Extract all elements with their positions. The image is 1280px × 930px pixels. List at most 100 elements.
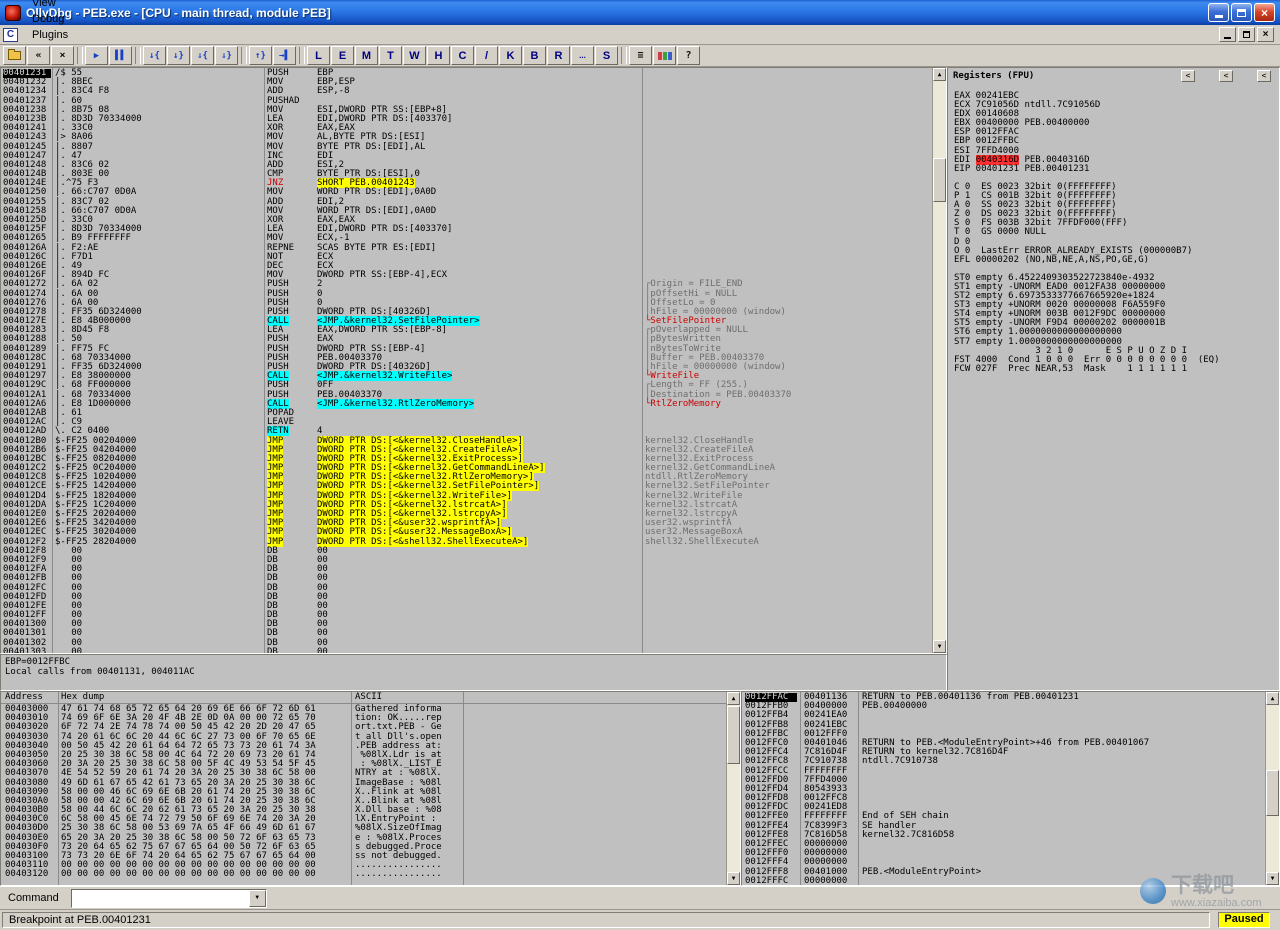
column-separator[interactable]: [264, 68, 265, 653]
appearance-button[interactable]: [653, 46, 676, 65]
close-button[interactable]: ×: [1254, 3, 1275, 22]
menu-view[interactable]: View: [24, 0, 79, 11]
disasm-row[interactable]: 00401231/$ 55PUSHEBP: [1, 69, 932, 78]
disassembly-pane[interactable]: 00401231/$ 55PUSHEBP00401232|. 8BECMOVEB…: [0, 67, 947, 654]
disasm-row[interactable]: 00401301 00DB00: [1, 629, 932, 638]
disasm-row[interactable]: 00401289|. FF75 FCPUSHDWORD PTR SS:[EBP-…: [1, 345, 932, 354]
disasm-row[interactable]: 00401237|. 60PUSHAD: [1, 97, 932, 106]
disasm-row[interactable]: 0040129C|. 68 FF000000PUSH0FF┌Length = F…: [1, 381, 932, 390]
menu-plugins[interactable]: Plugins: [24, 27, 79, 43]
disasm-row[interactable]: 004012FF 00DB00: [1, 611, 932, 620]
disasm-row[interactable]: 0040126E|. 49DECECX: [1, 262, 932, 271]
scroll-down-button[interactable]: ▼: [1266, 872, 1279, 885]
register-line[interactable]: FCW 027F Prec NEAR,53 Mask 1 1 1 1 1 1: [954, 365, 1276, 374]
scroll-down-button[interactable]: ▼: [933, 640, 946, 653]
stack-vertical-scrollbar[interactable]: ▲ ▼: [1265, 692, 1279, 885]
references-window-button[interactable]: R: [547, 46, 570, 65]
step-over-button[interactable]: ↓}: [167, 46, 190, 65]
column-separator[interactable]: [52, 68, 53, 653]
memory-map-button[interactable]: M: [355, 46, 378, 65]
patches-window-button[interactable]: /: [475, 46, 498, 65]
hex-dump-vertical-scrollbar[interactable]: ▲ ▼: [726, 692, 740, 885]
log-window-button[interactable]: L: [307, 46, 330, 65]
mdi-minimize-button[interactable]: [1219, 27, 1236, 42]
disasm-row[interactable]: 004012F8 00DB00: [1, 547, 932, 556]
disasm-row[interactable]: 00401250|. 66:C707 0D0AMOVWORD PTR DS:[E…: [1, 188, 932, 197]
disasm-row[interactable]: 004012FC 00DB00: [1, 584, 932, 593]
executables-window-button[interactable]: E: [331, 46, 354, 65]
disasm-row[interactable]: 0040125F|. 8D3D 70334000LEAEDI,DWORD PTR…: [1, 225, 932, 234]
disasm-row[interactable]: 00401291|. FF35 6D324000PUSHDWORD PTR DS…: [1, 363, 932, 372]
scroll-up-button[interactable]: ▲: [1266, 692, 1279, 705]
registers-view-button-2[interactable]: <: [1219, 70, 1233, 82]
breakpoints-window-button[interactable]: B: [523, 46, 546, 65]
dump-row[interactable]: 0040312000 00 00 00 00 00 00 00 00 00 00…: [1, 870, 726, 879]
source-window-button[interactable]: S: [595, 46, 618, 65]
disasm-row[interactable]: 00401245|. 8807MOVBYTE PTR DS:[EDI],AL: [1, 143, 932, 152]
column-header-address[interactable]: Address: [5, 693, 43, 702]
open-windows-list-button[interactable]: ≡: [629, 46, 652, 65]
disassembly-vertical-scrollbar[interactable]: ▲ ▼: [932, 68, 946, 653]
restore-button[interactable]: [1231, 3, 1252, 22]
column-separator[interactable]: [58, 692, 59, 885]
disasm-row[interactable]: 00401247|. 47INCEDI: [1, 152, 932, 161]
register-line[interactable]: EIP 00401231 PEB.00401231: [954, 165, 1276, 174]
disasm-row[interactable]: 00401272|. 6A 02PUSH2┌Origin = FILE_END: [1, 280, 932, 289]
call-stack-button[interactable]: K: [499, 46, 522, 65]
disasm-row[interactable]: 0040126A|. F2:AEREPNESCAS BYTE PTR ES:[E…: [1, 244, 932, 253]
disasm-row[interactable]: 00401248|. 83C6 02ADDESI,2: [1, 161, 932, 170]
register-line[interactable]: T 0 GS 0000 NULL: [954, 228, 1276, 237]
cpu-window-button[interactable]: C: [451, 46, 474, 65]
scroll-up-button[interactable]: ▲: [933, 68, 946, 81]
column-separator[interactable]: [642, 68, 643, 653]
disasm-row[interactable]: 004012F9 00DB00: [1, 556, 932, 565]
registers-pane[interactable]: Registers (FPU) <<< EAX 00241EBCECX 7C91…: [947, 67, 1280, 691]
disasm-row[interactable]: 004012A6|. E8 1D000000CALL<JMP.&kernel32…: [1, 400, 932, 409]
register-line[interactable]: EFL 00000202 (NO,NB,NE,A,NS,PO,GE,G): [954, 256, 1276, 265]
disasm-row[interactable]: 00401234|. 83C4 F8ADDESP,-8: [1, 87, 932, 96]
stack-pane[interactable]: 0012FFAC00401136RETURN to PEB.00401136 f…: [741, 691, 1280, 886]
disasm-row[interactable]: 00401288|. 50PUSHEAX│pBytesWritten: [1, 335, 932, 344]
registers-view-button-3[interactable]: <: [1257, 70, 1271, 82]
minimize-button[interactable]: [1208, 3, 1229, 22]
cpu-window-icon[interactable]: C: [3, 28, 18, 42]
disasm-row[interactable]: 004012FD 00DB00: [1, 593, 932, 602]
restart-button[interactable]: «: [27, 46, 50, 65]
hex-dump-pane[interactable]: Address Hex dump ASCII 0040300047 61 74 …: [0, 691, 741, 886]
info-pane[interactable]: EBP=0012FFBC Local calls from 00401131, …: [0, 654, 947, 691]
execute-till-return-button[interactable]: ↑}: [249, 46, 272, 65]
disasm-row[interactable]: 00401232|. 8BECMOVEBP,ESP: [1, 78, 932, 87]
disasm-row[interactable]: 0040124B|. 803E 00CMPBYTE PTR DS:[ESI],0: [1, 170, 932, 179]
mdi-restore-button[interactable]: [1238, 27, 1255, 42]
menu-debug[interactable]: Debug: [24, 11, 79, 27]
disasm-row[interactable]: 00401258|. 66:C707 0D0AMOVWORD PTR DS:[E…: [1, 207, 932, 216]
disasm-row[interactable]: 00401283|. 8D45 F8LEAEAX,DWORD PTR SS:[E…: [1, 326, 932, 335]
pause-button[interactable]: ▌▌: [109, 46, 132, 65]
column-header-ascii[interactable]: ASCII: [355, 693, 382, 702]
close-program-button[interactable]: ×: [51, 46, 74, 65]
disasm-row[interactable]: 00401243|> 8A06MOVAL,BYTE PTR DS:[ESI]: [1, 133, 932, 142]
disasm-row[interactable]: 004012AC|. C9LEAVE: [1, 418, 932, 427]
handles-window-button[interactable]: H: [427, 46, 450, 65]
help-button[interactable]: ?: [677, 46, 700, 65]
disasm-row[interactable]: 00401297|. E8 38000000CALL<JMP.&kernel32…: [1, 372, 932, 381]
disasm-row[interactable]: 0040126F|. 894D FCMOVDWORD PTR SS:[EBP-4…: [1, 271, 932, 280]
disasm-row[interactable]: 0040127E|. E8 4B000000CALL<JMP.&kernel32…: [1, 317, 932, 326]
scroll-down-button[interactable]: ▼: [727, 872, 740, 885]
scrollbar-thumb[interactable]: [933, 158, 946, 202]
animate-into-button[interactable]: ⇓{: [191, 46, 214, 65]
scroll-up-button[interactable]: ▲: [727, 692, 740, 705]
step-into-button[interactable]: ↓{: [143, 46, 166, 65]
disasm-row[interactable]: 004012FE 00DB00: [1, 602, 932, 611]
disasm-row[interactable]: 0040126C|. F7D1NOTECX: [1, 253, 932, 262]
disasm-row[interactable]: 00401265|. B9 FFFFFFFFMOVECX,-1: [1, 234, 932, 243]
scrollbar-thumb[interactable]: [727, 706, 740, 764]
run-trace-button[interactable]: ...: [571, 46, 594, 65]
disasm-row[interactable]: 004012AB|. 61POPAD: [1, 409, 932, 418]
disasm-row[interactable]: 00401274|. 6A 00PUSH0│pOffsetHi = NULL: [1, 290, 932, 299]
registers-view-button-1[interactable]: <: [1181, 70, 1195, 82]
column-separator[interactable]: [858, 692, 859, 885]
disasm-row[interactable]: 0040124E|.^75 F3JNZSHORT PEB.00401243: [1, 179, 932, 188]
scrollbar-thumb[interactable]: [1266, 770, 1279, 816]
disasm-row[interactable]: 004012F2$-FF25 28204000JMPDWORD PTR DS:[…: [1, 538, 932, 547]
